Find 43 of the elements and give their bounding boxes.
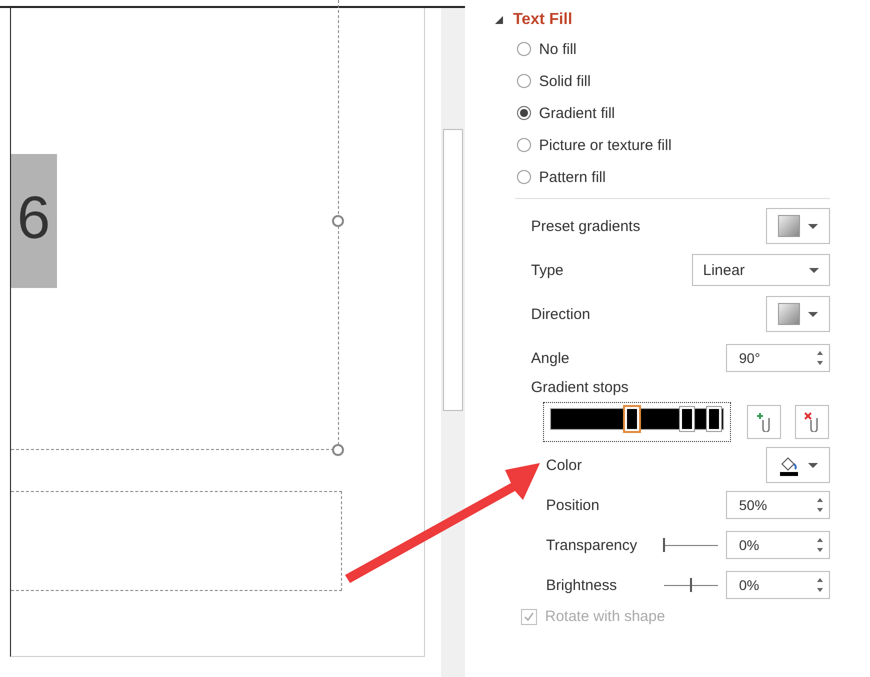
- direction-dropdown[interactable]: [766, 296, 830, 332]
- fill-option-radio[interactable]: Solid fill: [517, 70, 591, 92]
- type-dropdown[interactable]: Linear: [692, 254, 830, 286]
- preset-gradients-dropdown[interactable]: [766, 208, 830, 244]
- fill-option-radio[interactable]: Picture or texture fill: [517, 134, 672, 156]
- collapse-triangle-icon[interactable]: [495, 16, 503, 24]
- brightness-spinner[interactable]: 0%: [726, 571, 830, 599]
- gradient-stop-handle[interactable]: [680, 407, 694, 431]
- field-label: Type: [531, 262, 564, 278]
- scrollbar-thumb[interactable]: [443, 129, 463, 411]
- field-label: Preset gradients: [531, 218, 640, 234]
- add-stop-button[interactable]: [747, 405, 781, 439]
- position-spinner[interactable]: 50%: [726, 491, 830, 519]
- fill-option-radio[interactable]: No fill: [517, 38, 577, 60]
- remove-stop-icon: [804, 412, 820, 432]
- scrollbar[interactable]: [441, 8, 465, 677]
- field-label: Angle: [531, 350, 570, 366]
- radio-indicator[interactable]: [517, 106, 531, 120]
- radio-indicator[interactable]: [517, 138, 531, 152]
- radio-indicator[interactable]: [517, 74, 531, 88]
- gradient-stop-handle[interactable]: [624, 407, 639, 431]
- color-dropdown[interactable]: [766, 447, 830, 483]
- add-stop-icon: [756, 412, 772, 432]
- gradient-stop-handle[interactable]: [707, 407, 722, 431]
- angle-spinner[interactable]: 90°: [726, 344, 830, 372]
- radio-indicator[interactable]: [517, 170, 531, 184]
- field-label: Direction: [531, 306, 590, 322]
- fill-option-radio[interactable]: Gradient fill: [517, 102, 615, 124]
- radio-indicator[interactable]: [517, 42, 531, 56]
- checkmark-icon: [523, 610, 535, 622]
- remove-stop-button[interactable]: [795, 405, 829, 439]
- field-label: Gradient stops: [531, 379, 630, 396]
- resize-handle[interactable]: [332, 215, 344, 227]
- slide-digit: 6: [17, 188, 50, 248]
- field-label: Transparency: [546, 536, 638, 554]
- section-title[interactable]: Text Fill: [513, 11, 572, 29]
- field-label: Brightness: [546, 576, 617, 594]
- field-label: Color: [546, 456, 582, 474]
- fill-option-radio[interactable]: Pattern fill: [517, 166, 606, 188]
- field-label: Position: [546, 496, 600, 514]
- resize-handle[interactable]: [332, 444, 344, 456]
- transparency-spinner[interactable]: 0%: [726, 531, 830, 559]
- gradient-stops-bar[interactable]: [543, 402, 731, 442]
